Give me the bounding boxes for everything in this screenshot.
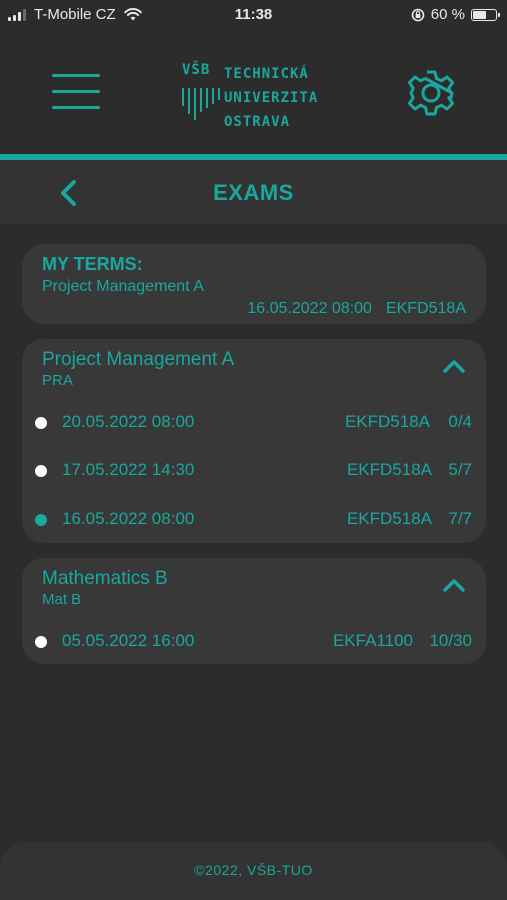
orientation-lock-icon (411, 8, 425, 21)
term-status-dot (35, 514, 47, 526)
term-status-dot (35, 465, 47, 477)
subject-name: Project Management A (42, 349, 235, 370)
gear-icon[interactable] (406, 68, 456, 118)
logo-line-3: OSTRAVA (224, 114, 291, 130)
term-capacity: 0/4 (448, 412, 472, 431)
my-terms-card[interactable]: MY TERMS: Project Management A 16.05.202… (22, 244, 486, 324)
app-header: VŠB TECHNICKÁ UNIVERZITA OSTRAVA (0, 32, 507, 154)
term-datetime: 16.05.2022 08:00 (62, 509, 195, 528)
subject-card-mathematics: Mathematics B Mat B 05.05.2022 16:00 EKF… (22, 558, 486, 664)
term-status-dot (35, 417, 47, 429)
my-terms-details: 16.05.2022 08:00 EKFD518A (247, 300, 466, 318)
my-terms-title: MY TERMS: (42, 254, 143, 274)
term-room: EKFD518A (344, 412, 430, 431)
subject-name: Mathematics B (42, 568, 168, 589)
logo-bars (182, 88, 220, 120)
hamburger-icon[interactable] (52, 72, 102, 112)
nav-bar: EXAMS (0, 160, 507, 224)
my-terms-datetime: 16.05.2022 08:00 (247, 300, 372, 317)
battery-percent: 60 % (430, 6, 465, 23)
vsb-tuo-logo: VŠB TECHNICKÁ UNIVERZITA OSTRAVA (182, 62, 332, 152)
logo-line-1: TECHNICKÁ (224, 66, 309, 82)
chevron-up-icon[interactable] (442, 357, 466, 375)
term-datetime: 20.05.2022 08:00 (62, 412, 195, 431)
footer: ©2022, VŠB-TUO (0, 842, 507, 900)
logo-vsb-text: VŠB (182, 62, 211, 78)
subject-card-project-management: Project Management A PRA 20.05.2022 08:0… (22, 339, 486, 543)
term-status-dot (35, 636, 47, 648)
page-title: EXAMS (213, 180, 294, 205)
term-room: EKFD518A (346, 509, 432, 528)
logo-line-2: UNIVERZITA (224, 90, 319, 106)
subject-code: PRA (42, 372, 73, 389)
battery-icon (471, 8, 500, 21)
logo-text: TECHNICKÁ UNIVERZITA OSTRAVA (224, 62, 318, 134)
my-terms-room: EKFD518A (385, 300, 466, 317)
term-row[interactable]: 20.05.2022 08:00 EKFD518A 0/4 (22, 409, 486, 439)
subject-code: Mat B (42, 591, 82, 608)
term-row[interactable]: 05.05.2022 16:00 EKFA1100 10/30 (22, 628, 486, 658)
term-datetime: 05.05.2022 16:00 (62, 631, 195, 650)
term-capacity: 7/7 (448, 509, 472, 528)
chevron-up-icon[interactable] (442, 576, 466, 594)
term-room: EKFA1100 (332, 631, 413, 650)
term-room: EKFD518A (346, 460, 432, 479)
footer-copyright: ©2022, VŠB-TUO (194, 862, 313, 878)
term-capacity: 5/7 (448, 460, 472, 479)
term-row[interactable]: 16.05.2022 08:00 EKFD518A 7/7 (22, 506, 486, 536)
term-row[interactable]: 17.05.2022 14:30 EKFD518A 5/7 (22, 457, 486, 487)
status-bar: T-Mobile CZ 11:38 60 % (0, 0, 507, 32)
term-capacity: 10/30 (429, 631, 472, 650)
my-terms-subject: Project Management A (42, 278, 204, 295)
term-datetime: 17.05.2022 14:30 (62, 460, 195, 479)
status-right: 60 % (411, 6, 500, 23)
